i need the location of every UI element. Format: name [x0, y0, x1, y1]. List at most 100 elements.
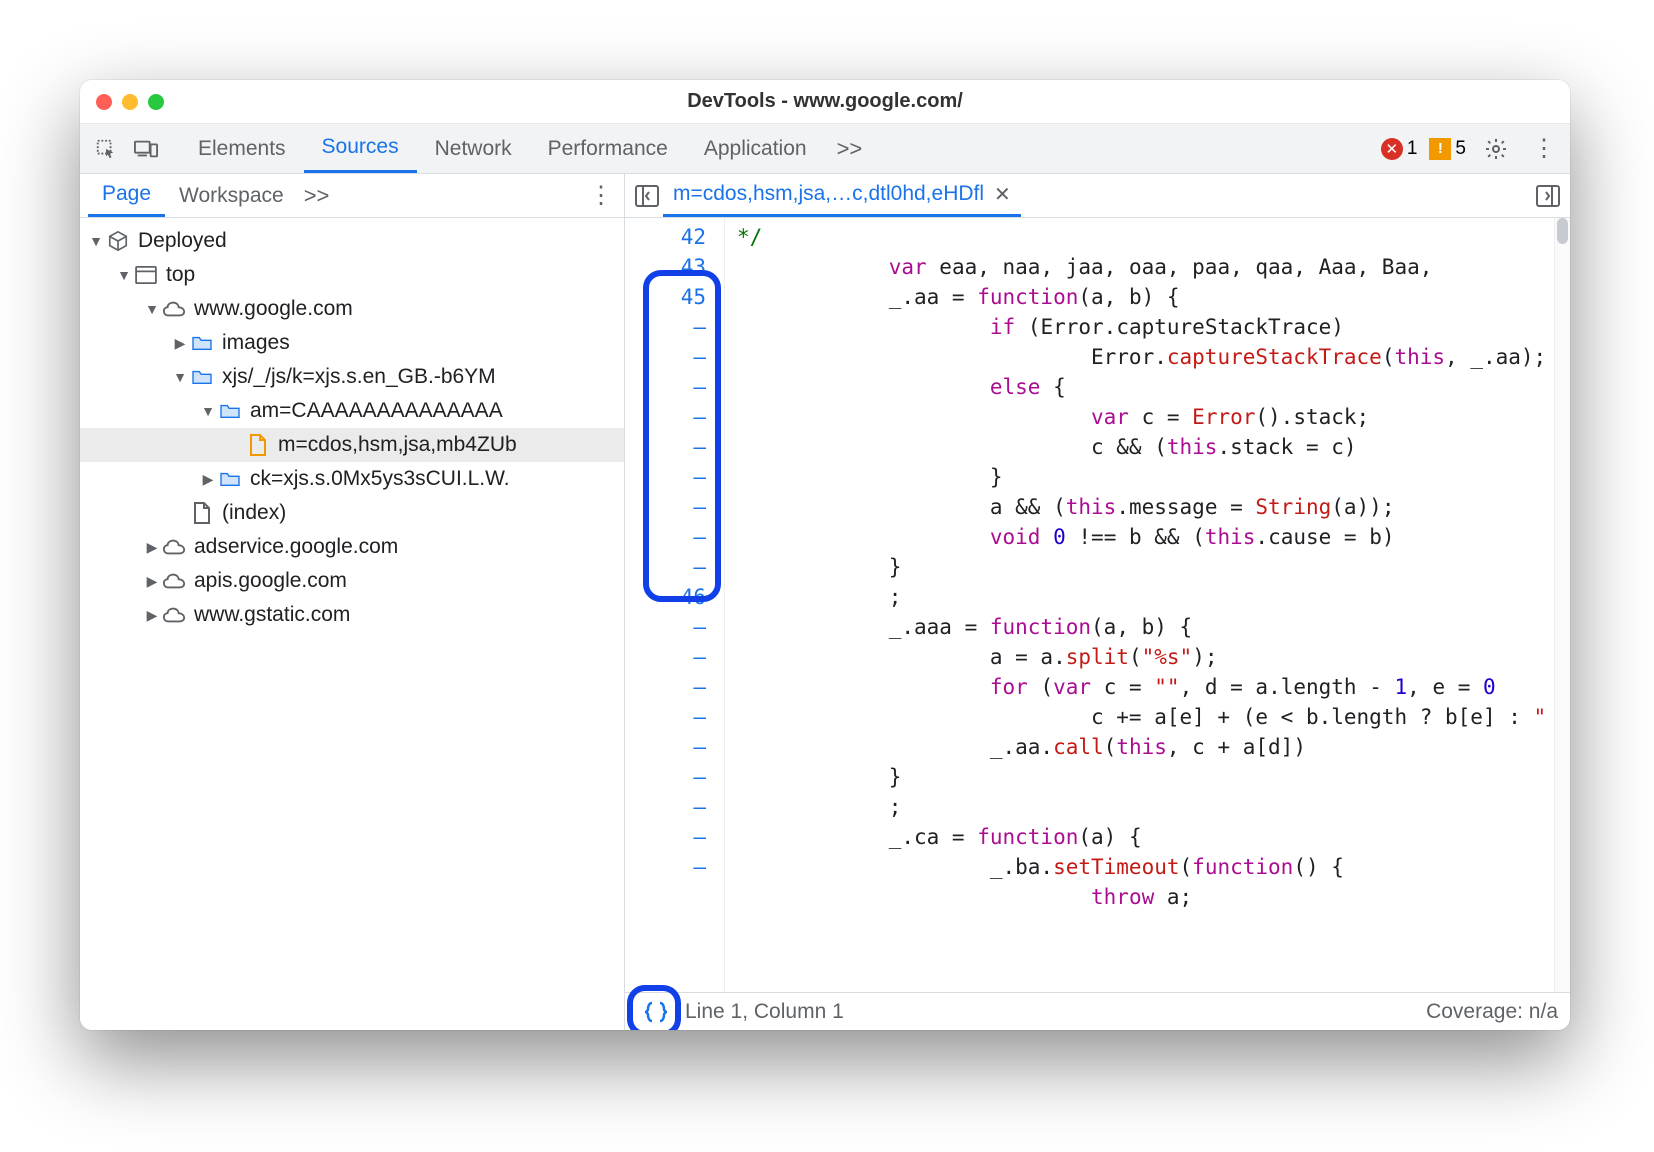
chevron-right-icon[interactable]: ▶: [200, 471, 216, 488]
tree-item[interactable]: ▼ xjs/_/js/k=xjs.s.en_GB.-b6YM: [80, 360, 624, 394]
gutter-line[interactable]: –: [625, 312, 724, 342]
navigator-tab-workspace[interactable]: Workspace: [165, 174, 298, 217]
device-toggle-icon[interactable]: [128, 131, 164, 167]
chevron-right-icon[interactable]: ▶: [144, 607, 160, 624]
gutter-line[interactable]: 43: [625, 252, 724, 282]
tree-item-label: am=CAAAAAAAAAAAAAA: [250, 399, 503, 423]
toggle-debugger-icon[interactable]: [1532, 180, 1564, 212]
gutter-line[interactable]: –: [625, 822, 724, 852]
settings-icon[interactable]: [1478, 131, 1514, 167]
gutter-line[interactable]: –: [625, 372, 724, 402]
scrollbar[interactable]: [1554, 218, 1570, 992]
tree-item[interactable]: ▶ www.gstatic.com: [80, 598, 624, 632]
pretty-print-icon[interactable]: [637, 997, 675, 1027]
gutter-line[interactable]: –: [625, 552, 724, 582]
tree-item[interactable]: ▼www.google.com: [80, 292, 624, 326]
tree-item-label: apis.google.com: [194, 569, 347, 593]
minimize-window-button[interactable]: [122, 94, 138, 110]
gutter-line[interactable]: –: [625, 492, 724, 522]
gutter-line[interactable]: –: [625, 402, 724, 432]
tree-item-label: www.gstatic.com: [194, 603, 350, 627]
tree-item[interactable]: ▶ck=xjs.s.0Mx5ys3sCUI.L.W.: [80, 462, 624, 496]
close-window-button[interactable]: [96, 94, 112, 110]
gutter-line[interactable]: –: [625, 792, 724, 822]
devtools-window: DevTools - www.google.com/ ElementsSourc…: [80, 80, 1570, 1030]
tab-performance[interactable]: Performance: [530, 124, 686, 173]
tree-item[interactable]: m=cdos,hsm,jsa,mb4ZUb: [80, 428, 624, 462]
chevron-right-icon[interactable]: ▶: [144, 539, 160, 556]
editor-tabstrip: m=cdos,hsm,jsa,…c,dtl0hd,eHDfl ✕: [625, 174, 1570, 218]
code-area: 424345–––––––––46––––––––– */ var eaa, n…: [625, 218, 1570, 992]
close-tab-icon[interactable]: ✕: [994, 182, 1011, 207]
gutter-line[interactable]: 46: [625, 582, 724, 612]
titlebar: DevTools - www.google.com/: [80, 80, 1570, 124]
tab-application[interactable]: Application: [686, 124, 825, 173]
inspect-icon[interactable]: [88, 131, 124, 167]
tree-item[interactable]: ▼ am=CAAAAAAAAAAAAAA: [80, 394, 624, 428]
cursor-position: Line 1, Column 1: [685, 1000, 844, 1024]
cloud-icon: [162, 569, 186, 593]
folder-icon: [190, 365, 214, 389]
gutter-line[interactable]: –: [625, 672, 724, 702]
errors-badge[interactable]: ✕ 1: [1381, 138, 1418, 160]
traffic-lights: [96, 94, 164, 110]
cloud-icon: [162, 297, 186, 321]
gutter-line[interactable]: –: [625, 342, 724, 372]
gutter-line[interactable]: 42: [625, 222, 724, 252]
line-gutter[interactable]: 424345–––––––––46–––––––––: [625, 218, 725, 992]
tree-item-label: top: [166, 263, 195, 287]
chevron-down-icon[interactable]: ▼: [88, 233, 104, 249]
tab-elements[interactable]: Elements: [180, 124, 304, 173]
chevron-down-icon[interactable]: ▼: [200, 403, 216, 419]
cloud-icon: [162, 535, 186, 559]
chevron-right-icon[interactable]: ▶: [172, 335, 188, 352]
code-content[interactable]: */ var eaa, naa, jaa, oaa, paa, qaa, Aaa…: [725, 218, 1554, 992]
tree-item[interactable]: ▼ top: [80, 258, 624, 292]
tree-item[interactable]: ▶ adservice.google.com: [80, 530, 624, 564]
chevron-down-icon[interactable]: ▼: [144, 301, 160, 317]
tab-network[interactable]: Network: [417, 124, 530, 173]
chevron-down-icon[interactable]: ▼: [116, 267, 132, 283]
gutter-line[interactable]: –: [625, 432, 724, 462]
gutter-line[interactable]: –: [625, 522, 724, 552]
zoom-window-button[interactable]: [148, 94, 164, 110]
more-tabs-button[interactable]: >>: [837, 136, 863, 162]
more-menu-icon[interactable]: ⋮: [1526, 131, 1562, 167]
tree-item[interactable]: ▶images: [80, 326, 624, 360]
gutter-line[interactable]: –: [625, 732, 724, 762]
coverage-status: Coverage: n/a: [1426, 1000, 1558, 1024]
warnings-badge[interactable]: ! 5: [1429, 138, 1466, 160]
file-tree: ▼Deployed▼top▼www.google.com▶images▼xjs/…: [80, 218, 624, 1030]
cloud-icon: [162, 603, 186, 627]
chevron-right-icon[interactable]: ▶: [144, 573, 160, 590]
tree-item[interactable]: ▼Deployed: [80, 224, 624, 258]
cube-icon: [106, 229, 130, 253]
gutter-line[interactable]: –: [625, 642, 724, 672]
editor-tab[interactable]: m=cdos,hsm,jsa,…c,dtl0hd,eHDfl ✕: [663, 174, 1021, 217]
navigator-tabs: PageWorkspace >> ⋮: [80, 174, 624, 218]
tree-item[interactable]: ▶ apis.google.com: [80, 564, 624, 598]
gutter-line[interactable]: –: [625, 612, 724, 642]
toggle-navigator-icon[interactable]: [631, 180, 663, 212]
tree-item-label: xjs/_/js/k=xjs.s.en_GB.-b6YM: [222, 365, 496, 389]
gutter-line[interactable]: –: [625, 702, 724, 732]
gutter-line[interactable]: 45: [625, 282, 724, 312]
chevron-down-icon[interactable]: ▼: [172, 369, 188, 385]
main-toolbar: ElementsSourcesNetworkPerformanceApplica…: [80, 124, 1570, 174]
navigator-menu-icon[interactable]: ⋮: [586, 181, 616, 210]
navigator-more-button[interactable]: >>: [304, 183, 330, 209]
tree-item[interactable]: (index): [80, 496, 624, 530]
gutter-line[interactable]: –: [625, 462, 724, 492]
main-content: PageWorkspace >> ⋮ ▼Deployed▼top▼www.goo…: [80, 174, 1570, 1030]
document-icon: [190, 501, 214, 525]
folder-icon: [218, 467, 242, 491]
navigator-panel: PageWorkspace >> ⋮ ▼Deployed▼top▼www.goo…: [80, 174, 625, 1030]
folder-icon: [190, 331, 214, 355]
tree-item-label: adservice.google.com: [194, 535, 398, 559]
tab-sources[interactable]: Sources: [304, 124, 417, 173]
gutter-line[interactable]: –: [625, 852, 724, 882]
navigator-tab-page[interactable]: Page: [88, 174, 165, 217]
gutter-line[interactable]: –: [625, 762, 724, 792]
scrollbar-thumb[interactable]: [1557, 218, 1568, 244]
editor-panel: m=cdos,hsm,jsa,…c,dtl0hd,eHDfl ✕ 424345–…: [625, 174, 1570, 1030]
